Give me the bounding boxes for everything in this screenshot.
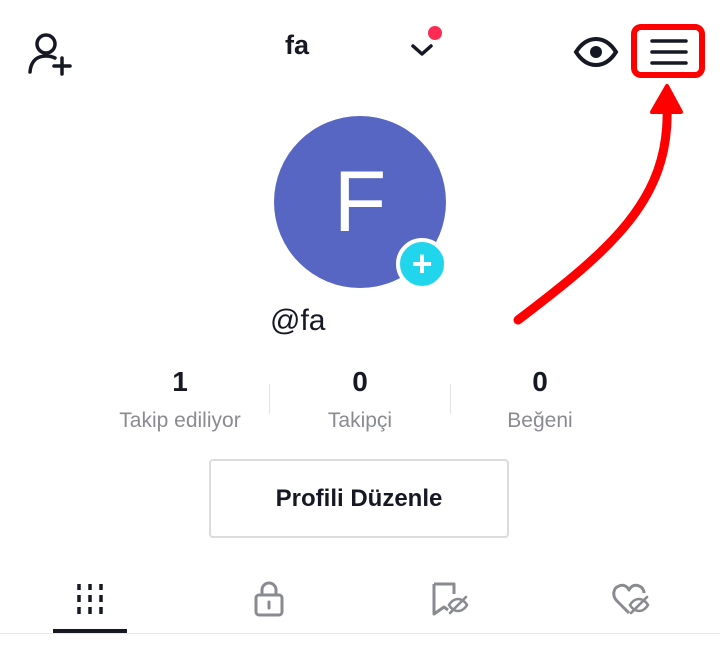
bookmark-hidden-icon — [432, 582, 469, 616]
followers-count[interactable]: 0 — [270, 366, 450, 398]
tab-saved[interactable] — [410, 574, 490, 624]
tab-videos[interactable] — [50, 574, 130, 624]
likes-label[interactable]: Beğeni — [430, 409, 650, 433]
edit-profile-button[interactable]: Profili Düzenle — [209, 459, 509, 538]
likes-count[interactable]: 0 — [450, 366, 630, 398]
lock-icon — [254, 581, 284, 617]
add-avatar-button[interactable]: + — [396, 238, 448, 290]
following-count[interactable]: 1 — [90, 366, 270, 398]
tab-liked[interactable] — [591, 574, 671, 624]
profile-handle: @fa — [270, 304, 326, 337]
plus-icon: + — [411, 243, 433, 284]
tab-private[interactable] — [229, 574, 309, 624]
avatar-initial: F — [333, 153, 387, 250]
tabs-divider — [0, 633, 720, 634]
grid-videos-icon — [77, 584, 103, 614]
heart-hidden-icon — [612, 583, 650, 615]
annotation-arrow — [513, 84, 683, 325]
